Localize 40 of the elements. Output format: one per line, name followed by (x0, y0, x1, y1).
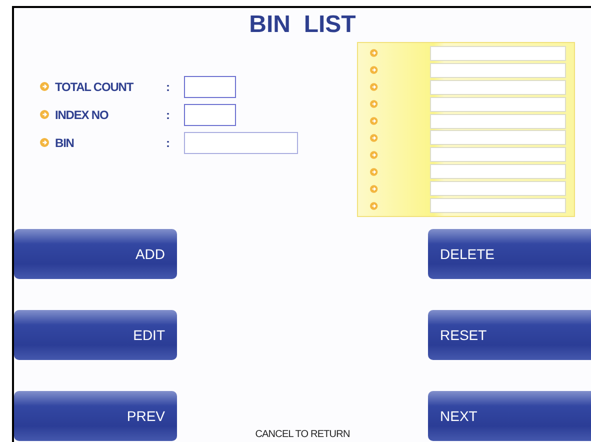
field-label: TOTAL COUNT (55, 80, 135, 94)
colon: : (166, 136, 171, 150)
colon: : (166, 80, 171, 94)
arrow-bullet-icon (370, 168, 378, 176)
list-entry[interactable] (430, 147, 566, 162)
list-entry[interactable] (430, 164, 566, 180)
list-entry[interactable] (430, 114, 566, 129)
list-entry[interactable] (430, 46, 566, 61)
list-entry[interactable] (430, 130, 566, 146)
input-field[interactable] (184, 76, 236, 98)
arrow-bullet-icon (370, 202, 378, 210)
arrow-bullet-icon (370, 49, 378, 58)
function-button[interactable]: EDIT (14, 310, 177, 360)
colon: : (166, 108, 171, 122)
field-label: BIN (55, 136, 75, 150)
function-button[interactable]: PREV (14, 391, 177, 441)
input-field[interactable] (184, 132, 298, 154)
arrow-bullet-icon (370, 184, 378, 193)
footer-hint: CANCEL TO RETURN (255, 429, 350, 441)
arrow-bullet-icon (370, 150, 378, 159)
function-button[interactable]: DELETE (428, 229, 591, 279)
arrow-bullet-icon (40, 138, 49, 147)
list-entry[interactable] (430, 198, 566, 214)
arrow-bullet-icon (370, 134, 378, 142)
arrow-bullet-icon (370, 66, 378, 74)
arrow-bullet-icon (370, 100, 378, 108)
input-field[interactable] (184, 104, 236, 126)
field-label: INDEX NO (55, 108, 110, 122)
list-entry[interactable] (430, 62, 566, 78)
list-entry[interactable] (430, 96, 566, 112)
arrow-bullet-icon (40, 82, 49, 91)
list-entry[interactable] (430, 80, 566, 95)
arrow-bullet-icon (370, 117, 378, 126)
arrow-bullet-icon (370, 83, 378, 92)
function-button[interactable]: NEXT (428, 391, 591, 441)
function-button[interactable]: ADD (14, 229, 177, 279)
list-entry[interactable] (430, 181, 566, 196)
function-button[interactable]: RESET (428, 310, 591, 360)
screen-title: BIN LIST (248, 10, 357, 40)
arrow-bullet-icon (40, 110, 49, 119)
